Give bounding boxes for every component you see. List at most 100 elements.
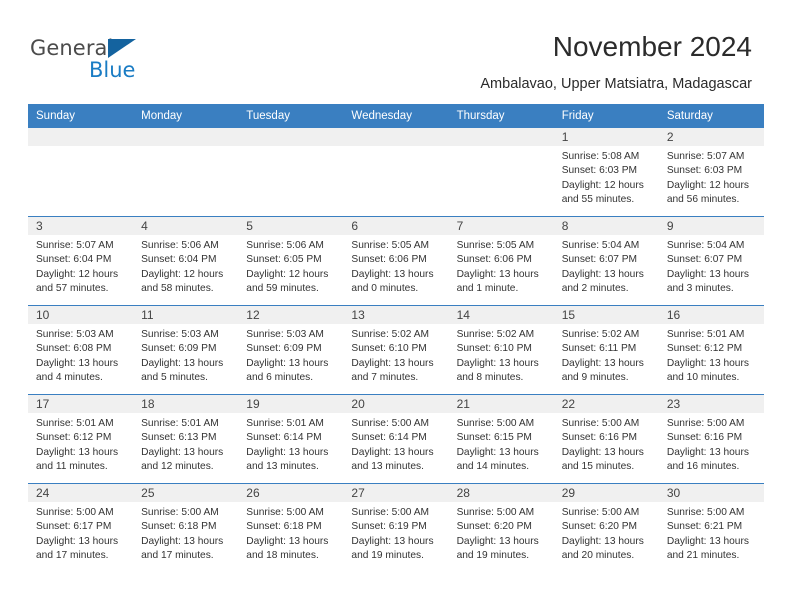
day-info: Sunrise: 5:03 AM Sunset: 6:08 PM Dayligh… (36, 329, 119, 383)
logo-text-blue: Blue (89, 58, 136, 82)
day-info: Sunrise: 5:02 AM Sunset: 6:10 PM Dayligh… (456, 329, 539, 383)
day-cell[interactable]: 28 Sunrise: 5:00 AM Sunset: 6:20 PM Dayl… (448, 483, 554, 572)
day-cell[interactable]: 21 Sunrise: 5:00 AM Sunset: 6:15 PM Dayl… (448, 394, 554, 484)
day-cell-empty (133, 127, 239, 217)
day-cell[interactable]: 15 Sunrise: 5:02 AM Sunset: 6:11 PM Dayl… (553, 305, 659, 395)
day-info: Sunrise: 5:04 AM Sunset: 6:07 PM Dayligh… (561, 240, 644, 294)
day-number: 1 (553, 128, 659, 146)
day-info: Sunrise: 5:00 AM Sunset: 6:16 PM Dayligh… (561, 418, 644, 472)
calendar-week-row: 10 Sunrise: 5:03 AM Sunset: 6:08 PM Dayl… (28, 305, 764, 395)
day-cell[interactable]: 26 Sunrise: 5:00 AM Sunset: 6:18 PM Dayl… (238, 483, 344, 572)
weekday-header-tuesday: Tuesday (238, 104, 344, 128)
day-cell[interactable]: 24 Sunrise: 5:00 AM Sunset: 6:17 PM Dayl… (28, 483, 134, 572)
day-number: 5 (238, 217, 344, 235)
day-cell[interactable]: 17 Sunrise: 5:01 AM Sunset: 6:12 PM Dayl… (28, 394, 134, 484)
logo-text-general: General (30, 36, 114, 60)
day-info: Sunrise: 5:01 AM Sunset: 6:13 PM Dayligh… (141, 418, 224, 472)
day-info: Sunrise: 5:01 AM Sunset: 6:14 PM Dayligh… (246, 418, 329, 472)
day-number: 15 (553, 306, 659, 324)
day-number (28, 128, 134, 146)
day-cell[interactable]: 1 Sunrise: 5:08 AM Sunset: 6:03 PM Dayli… (553, 127, 659, 217)
day-cell[interactable]: 29 Sunrise: 5:00 AM Sunset: 6:20 PM Dayl… (553, 483, 659, 572)
day-info (238, 146, 343, 150)
day-number: 24 (28, 484, 134, 502)
day-cell[interactable]: 11 Sunrise: 5:03 AM Sunset: 6:09 PM Dayl… (133, 305, 239, 395)
day-info: Sunrise: 5:03 AM Sunset: 6:09 PM Dayligh… (246, 329, 329, 383)
day-cell[interactable]: 6 Sunrise: 5:05 AM Sunset: 6:06 PM Dayli… (343, 216, 449, 306)
day-number: 22 (553, 395, 659, 413)
day-cell[interactable]: 16 Sunrise: 5:01 AM Sunset: 6:12 PM Dayl… (658, 305, 764, 395)
day-cell-empty (28, 127, 134, 217)
day-cell[interactable]: 13 Sunrise: 5:02 AM Sunset: 6:10 PM Dayl… (343, 305, 449, 395)
day-cell[interactable]: 9 Sunrise: 5:04 AM Sunset: 6:07 PM Dayli… (658, 216, 764, 306)
day-info: Sunrise: 5:02 AM Sunset: 6:10 PM Dayligh… (351, 329, 434, 383)
day-cell-empty (343, 127, 449, 217)
weekday-header-wednesday: Wednesday (343, 104, 449, 128)
day-cell[interactable]: 5 Sunrise: 5:06 AM Sunset: 6:05 PM Dayli… (238, 216, 344, 306)
day-info: Sunrise: 5:00 AM Sunset: 6:17 PM Dayligh… (36, 507, 119, 561)
day-number: 30 (658, 484, 764, 502)
day-cell[interactable]: 22 Sunrise: 5:00 AM Sunset: 6:16 PM Dayl… (553, 394, 659, 484)
day-cell[interactable]: 14 Sunrise: 5:02 AM Sunset: 6:10 PM Dayl… (448, 305, 554, 395)
weekday-header-monday: Monday (133, 104, 239, 128)
day-cell[interactable]: 8 Sunrise: 5:04 AM Sunset: 6:07 PM Dayli… (553, 216, 659, 306)
day-cell[interactable]: 23 Sunrise: 5:00 AM Sunset: 6:16 PM Dayl… (658, 394, 764, 484)
day-cell[interactable]: 10 Sunrise: 5:03 AM Sunset: 6:08 PM Dayl… (28, 305, 134, 395)
day-info: Sunrise: 5:05 AM Sunset: 6:06 PM Dayligh… (456, 240, 539, 294)
day-cell-empty (238, 127, 344, 217)
location-subtitle: Ambalavao, Upper Matsiatra, Madagascar (480, 76, 752, 92)
day-number: 14 (448, 306, 554, 324)
day-number: 29 (553, 484, 659, 502)
page-title: November 2024 (552, 31, 752, 62)
day-info: Sunrise: 5:00 AM Sunset: 6:18 PM Dayligh… (141, 507, 224, 561)
day-number: 4 (133, 217, 239, 235)
day-cell[interactable]: 30 Sunrise: 5:00 AM Sunset: 6:21 PM Dayl… (658, 483, 764, 572)
day-number: 25 (133, 484, 239, 502)
day-cell[interactable]: 3 Sunrise: 5:07 AM Sunset: 6:04 PM Dayli… (28, 216, 134, 306)
day-info: Sunrise: 5:08 AM Sunset: 6:03 PM Dayligh… (561, 151, 644, 205)
weekday-header-sunday: Sunday (28, 104, 134, 128)
day-cell[interactable]: 18 Sunrise: 5:01 AM Sunset: 6:13 PM Dayl… (133, 394, 239, 484)
day-number: 26 (238, 484, 344, 502)
calendar-week-row: 3 Sunrise: 5:07 AM Sunset: 6:04 PM Dayli… (28, 216, 764, 306)
day-number: 12 (238, 306, 344, 324)
day-number: 11 (133, 306, 239, 324)
day-number: 10 (28, 306, 134, 324)
day-number: 17 (28, 395, 134, 413)
page-header: General Blue November 2024 Ambalavao, Up… (0, 0, 792, 104)
day-cell[interactable]: 25 Sunrise: 5:00 AM Sunset: 6:18 PM Dayl… (133, 483, 239, 572)
day-number: 3 (28, 217, 134, 235)
calendar-header-row: Sunday Monday Tuesday Wednesday Thursday… (28, 104, 764, 128)
day-info: Sunrise: 5:00 AM Sunset: 6:21 PM Dayligh… (666, 507, 749, 561)
day-info: Sunrise: 5:06 AM Sunset: 6:04 PM Dayligh… (141, 240, 224, 294)
day-cell[interactable]: 20 Sunrise: 5:00 AM Sunset: 6:14 PM Dayl… (343, 394, 449, 484)
day-cell[interactable]: 27 Sunrise: 5:00 AM Sunset: 6:19 PM Dayl… (343, 483, 449, 572)
day-info (449, 146, 554, 150)
weekday-header-thursday: Thursday (448, 104, 554, 128)
calendar-week-row: 24 Sunrise: 5:00 AM Sunset: 6:17 PM Dayl… (28, 483, 764, 572)
day-cell[interactable]: 12 Sunrise: 5:03 AM Sunset: 6:09 PM Dayl… (238, 305, 344, 395)
calendar-page: General Blue November 2024 Ambalavao, Up… (0, 0, 792, 612)
day-info: Sunrise: 5:07 AM Sunset: 6:03 PM Dayligh… (666, 151, 749, 205)
day-number: 7 (448, 217, 554, 235)
day-info: Sunrise: 5:00 AM Sunset: 6:16 PM Dayligh… (666, 418, 749, 472)
day-number (133, 128, 239, 146)
day-cell[interactable]: 19 Sunrise: 5:01 AM Sunset: 6:14 PM Dayl… (238, 394, 344, 484)
day-info: Sunrise: 5:00 AM Sunset: 6:19 PM Dayligh… (351, 507, 434, 561)
logo-triangle-icon (108, 39, 136, 58)
general-blue-logo[interactable]: General Blue (30, 36, 210, 88)
day-info (28, 146, 133, 150)
day-cell[interactable]: 4 Sunrise: 5:06 AM Sunset: 6:04 PM Dayli… (133, 216, 239, 306)
day-info: Sunrise: 5:02 AM Sunset: 6:11 PM Dayligh… (561, 329, 644, 383)
calendar-week-row: 17 Sunrise: 5:01 AM Sunset: 6:12 PM Dayl… (28, 394, 764, 484)
day-cell[interactable]: 7 Sunrise: 5:05 AM Sunset: 6:06 PM Dayli… (448, 216, 554, 306)
day-info: Sunrise: 5:03 AM Sunset: 6:09 PM Dayligh… (141, 329, 224, 383)
day-cell[interactable]: 2 Sunrise: 5:07 AM Sunset: 6:03 PM Dayli… (658, 127, 764, 217)
day-number: 6 (343, 217, 449, 235)
day-number: 28 (448, 484, 554, 502)
day-number: 2 (658, 128, 764, 146)
day-info: Sunrise: 5:05 AM Sunset: 6:06 PM Dayligh… (351, 240, 434, 294)
day-number (343, 128, 449, 146)
day-info (133, 146, 238, 150)
day-number (238, 128, 344, 146)
